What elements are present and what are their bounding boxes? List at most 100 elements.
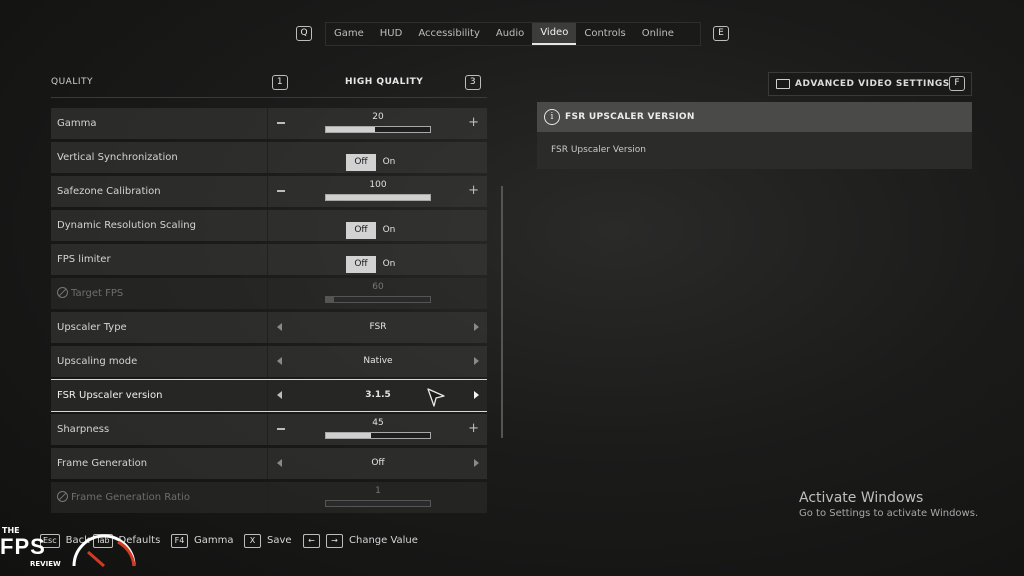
setting-fsr-upscaler-version[interactable]: FSR Upscaler version 3.1.5 bbox=[51, 379, 487, 412]
slider[interactable]: 20 + bbox=[269, 108, 487, 139]
windows-activation-watermark: Activate Windows Go to Settings to activ… bbox=[799, 490, 1019, 519]
arrow-right-icon[interactable] bbox=[474, 459, 479, 467]
toggle[interactable]: Off On bbox=[346, 251, 402, 273]
slider-track[interactable] bbox=[325, 126, 431, 133]
tab-accessibility[interactable]: Accessibility bbox=[410, 23, 488, 45]
tab-hud[interactable]: HUD bbox=[372, 23, 411, 45]
slider-value: 45 bbox=[372, 418, 384, 428]
watermark-title: Activate Windows bbox=[799, 490, 924, 506]
quality-prev-key[interactable]: 1 bbox=[272, 75, 288, 90]
info-panel-description: FSR Upscaler Version bbox=[551, 145, 646, 155]
slider-track[interactable] bbox=[325, 194, 431, 201]
decrease-icon[interactable] bbox=[277, 122, 285, 124]
increase-icon[interactable]: + bbox=[468, 116, 479, 129]
slider-value: 60 bbox=[372, 282, 384, 292]
arrow-right-key-icon: → bbox=[326, 534, 343, 548]
toggle-on[interactable]: On bbox=[376, 256, 402, 273]
next-tab-key[interactable]: E bbox=[713, 26, 729, 41]
setting-sharpness[interactable]: Sharpness 45 + bbox=[51, 414, 487, 445]
slider-value: 20 bbox=[372, 112, 384, 122]
setting-fps-limiter[interactable]: FPS limiter Off On bbox=[51, 244, 487, 275]
tab-video[interactable]: Video bbox=[532, 23, 577, 45]
toggle-on[interactable]: On bbox=[376, 222, 402, 239]
choice-value: 3.1.5 bbox=[365, 390, 391, 400]
setting-label: Sharpness bbox=[57, 414, 268, 445]
monitor-icon bbox=[776, 79, 790, 89]
mouse-cursor-icon bbox=[427, 388, 445, 407]
increase-icon[interactable]: + bbox=[468, 422, 479, 435]
tab-bar: Game HUD Accessibility Audio Video Contr… bbox=[325, 22, 701, 46]
setting-gamma[interactable]: Gamma 20 + bbox=[51, 108, 487, 139]
info-panel: i FSR UPSCALER VERSION FSR Upscaler Vers… bbox=[537, 102, 972, 169]
toggle[interactable]: Off On bbox=[346, 217, 402, 239]
decrease-icon[interactable] bbox=[277, 428, 285, 430]
setting-upscaler-type[interactable]: Upscaler Type FSR bbox=[51, 312, 487, 343]
tab-audio[interactable]: Audio bbox=[488, 23, 532, 45]
tab-online[interactable]: Online bbox=[634, 23, 682, 45]
choice-selector[interactable]: Native bbox=[269, 346, 487, 377]
choice-selector[interactable]: 3.1.5 bbox=[269, 380, 487, 411]
fps-review-logo: THE FPS REVIEW bbox=[0, 524, 140, 574]
setting-label-text: Frame Generation Ratio bbox=[71, 492, 190, 503]
arrow-left-key-icon: ← bbox=[303, 534, 320, 548]
save-hint[interactable]: X Save bbox=[244, 534, 292, 548]
setting-frame-generation[interactable]: Frame Generation Off bbox=[51, 448, 487, 479]
slider-value: 100 bbox=[369, 180, 387, 190]
tab-game[interactable]: Game bbox=[326, 23, 372, 45]
quality-next-key[interactable]: 3 bbox=[465, 75, 481, 90]
arrow-right-icon[interactable] bbox=[474, 357, 479, 365]
info-panel-header: i FSR UPSCALER VERSION bbox=[537, 102, 972, 132]
watermark-subtitle: Go to Settings to activate Windows. bbox=[799, 508, 979, 519]
gamma-key: F4 bbox=[171, 534, 188, 548]
advanced-key[interactable]: F bbox=[949, 76, 965, 91]
slider-fill bbox=[326, 195, 430, 200]
advanced-video-settings-label: ADVANCED VIDEO SETTINGS bbox=[795, 79, 950, 89]
change-value-hint[interactable]: ← → Change Value bbox=[303, 534, 418, 548]
change-value-label: Change Value bbox=[349, 535, 418, 546]
speedometer-icon bbox=[72, 534, 136, 568]
tab-controls[interactable]: Controls bbox=[576, 23, 633, 45]
save-label: Save bbox=[267, 535, 292, 546]
increase-icon[interactable]: + bbox=[468, 184, 479, 197]
slider: 60 bbox=[269, 278, 487, 309]
setting-label: Upscaling mode bbox=[57, 346, 268, 377]
quality-label: QUALITY bbox=[51, 77, 93, 87]
toggle-on[interactable]: On bbox=[376, 154, 402, 171]
quality-value[interactable]: HIGH QUALITY bbox=[345, 77, 423, 87]
choice-selector[interactable]: Off bbox=[269, 448, 487, 479]
toggle-off[interactable]: Off bbox=[346, 154, 376, 171]
logo-review: REVIEW bbox=[30, 560, 61, 568]
disabled-icon bbox=[57, 491, 68, 502]
slider-track[interactable] bbox=[325, 432, 431, 439]
prev-tab-key[interactable]: Q bbox=[296, 26, 312, 41]
info-icon: i bbox=[544, 109, 560, 125]
decrease-icon[interactable] bbox=[277, 190, 285, 192]
setting-label-text: Target FPS bbox=[71, 288, 124, 299]
slider[interactable]: 100 + bbox=[269, 176, 487, 207]
choice-selector[interactable]: FSR bbox=[269, 312, 487, 343]
scrollbar[interactable] bbox=[501, 186, 503, 438]
setting-safezone[interactable]: Safezone Calibration 100 + bbox=[51, 176, 487, 207]
disabled-icon bbox=[57, 287, 68, 298]
logo-fps: FPS bbox=[0, 534, 46, 559]
save-key: X bbox=[244, 534, 261, 548]
setting-frame-generation-ratio: Frame Generation Ratio 1 bbox=[51, 482, 487, 513]
setting-label: Dynamic Resolution Scaling bbox=[57, 210, 268, 241]
toggle[interactable]: Off On bbox=[346, 149, 402, 171]
toggle-off[interactable]: Off bbox=[346, 222, 376, 239]
slider-fill bbox=[326, 433, 371, 438]
slider-value: 1 bbox=[375, 486, 381, 496]
setting-upscaling-mode[interactable]: Upscaling mode Native bbox=[51, 346, 487, 377]
advanced-video-settings-button[interactable]: ADVANCED VIDEO SETTINGS F bbox=[768, 72, 972, 96]
gamma-hint[interactable]: F4 Gamma bbox=[171, 534, 234, 548]
slider[interactable]: 45 + bbox=[269, 414, 487, 445]
setting-dynamic-resolution[interactable]: Dynamic Resolution Scaling Off On bbox=[51, 210, 487, 241]
arrow-right-icon[interactable] bbox=[474, 323, 479, 331]
toggle-off[interactable]: Off bbox=[346, 256, 376, 273]
setting-vsync[interactable]: Vertical Synchronization Off On bbox=[51, 142, 487, 173]
info-panel-title: FSR UPSCALER VERSION bbox=[565, 112, 695, 122]
setting-label: Target FPS bbox=[57, 278, 268, 309]
divider bbox=[51, 97, 487, 98]
arrow-right-icon[interactable] bbox=[474, 391, 479, 399]
choice-value: FSR bbox=[369, 322, 387, 332]
